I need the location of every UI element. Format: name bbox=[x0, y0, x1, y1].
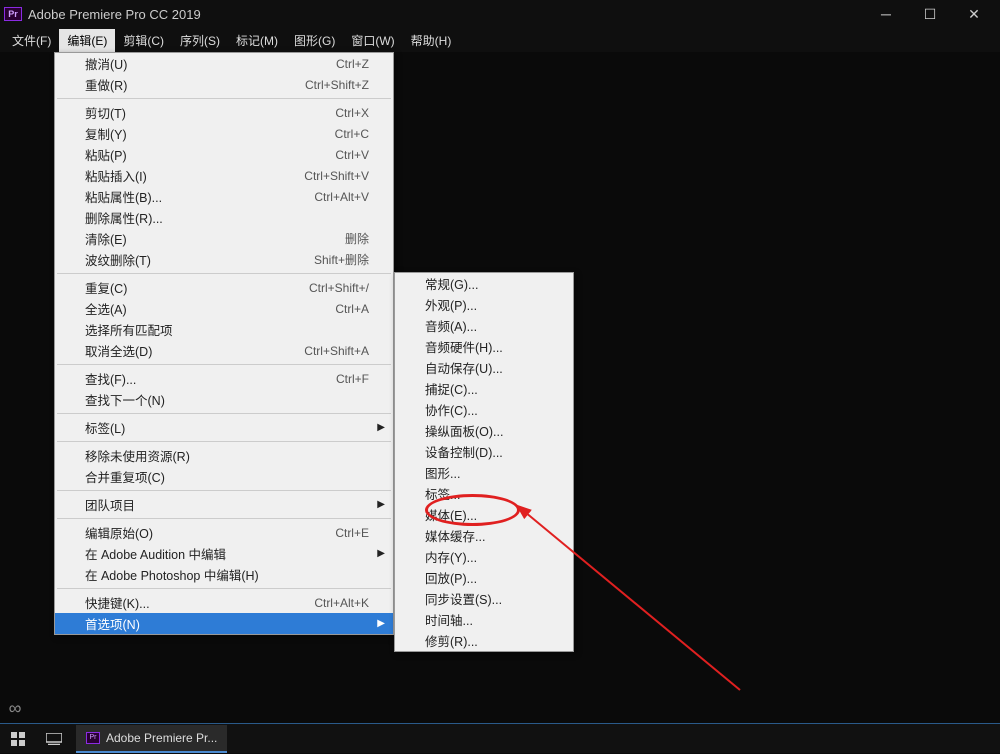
minimize-button[interactable]: ─ bbox=[864, 0, 908, 28]
pref-item[interactable]: 标签... bbox=[395, 483, 573, 504]
app-mini-icon: Pr bbox=[86, 732, 100, 744]
menu-item[interactable]: 撤消(U)Ctrl+Z bbox=[55, 53, 393, 74]
pref-item[interactable]: 同步设置(S)... bbox=[395, 588, 573, 609]
menu-序列s[interactable]: 序列(S) bbox=[172, 29, 228, 52]
menu-item[interactable]: 移除未使用资源(R) bbox=[55, 445, 393, 466]
pref-item[interactable]: 音频硬件(H)... bbox=[395, 336, 573, 357]
menu-item[interactable]: 标签(L)▶ bbox=[55, 417, 393, 438]
menu-item[interactable]: 选择所有匹配项 bbox=[55, 319, 393, 340]
menu-item[interactable]: 团队项目▶ bbox=[55, 494, 393, 515]
window-title: Adobe Premiere Pro CC 2019 bbox=[28, 7, 864, 22]
pref-item[interactable]: 音频(A)... bbox=[395, 315, 573, 336]
menu-separator bbox=[57, 518, 391, 519]
menu-item[interactable]: 合并重复项(C) bbox=[55, 466, 393, 487]
menu-剪辑c[interactable]: 剪辑(C) bbox=[115, 29, 172, 52]
pref-item[interactable]: 媒体(E)... bbox=[395, 504, 573, 525]
pref-item[interactable]: 修剪(R)... bbox=[395, 630, 573, 651]
menu-separator bbox=[57, 98, 391, 99]
title-bar: Pr Adobe Premiere Pro CC 2019 ─ ☐ ✕ bbox=[0, 0, 1000, 28]
menu-item[interactable]: 查找(F)...Ctrl+F bbox=[55, 368, 393, 389]
menu-帮助h[interactable]: 帮助(H) bbox=[403, 29, 460, 52]
menu-item[interactable]: 删除属性(R)... bbox=[55, 207, 393, 228]
menu-separator bbox=[57, 364, 391, 365]
menu-item[interactable]: 在 Adobe Photoshop 中编辑(H) bbox=[55, 564, 393, 585]
taskbar-app-premiere[interactable]: Pr Adobe Premiere Pr... bbox=[76, 725, 227, 753]
pref-item[interactable]: 操纵面板(O)... bbox=[395, 420, 573, 441]
pref-item[interactable]: 内存(Y)... bbox=[395, 546, 573, 567]
menu-item[interactable]: 取消全选(D)Ctrl+Shift+A bbox=[55, 340, 393, 361]
preferences-submenu: 常规(G)...外观(P)...音频(A)...音频硬件(H)...自动保存(U… bbox=[394, 272, 574, 652]
menu-separator bbox=[57, 441, 391, 442]
pref-item[interactable]: 图形... bbox=[395, 462, 573, 483]
submenu-arrow-icon: ▶ bbox=[377, 499, 385, 510]
pref-item[interactable]: 自动保存(U)... bbox=[395, 357, 573, 378]
submenu-arrow-icon: ▶ bbox=[377, 618, 385, 629]
menu-item[interactable]: 粘贴(P)Ctrl+V bbox=[55, 144, 393, 165]
menu-图形g[interactable]: 图形(G) bbox=[286, 29, 343, 52]
menu-item[interactable]: 首选项(N)▶ bbox=[55, 613, 393, 634]
menu-标记m[interactable]: 标记(M) bbox=[228, 29, 286, 52]
menu-separator bbox=[57, 273, 391, 274]
menu-窗口w[interactable]: 窗口(W) bbox=[343, 29, 402, 52]
taskbar: Pr Adobe Premiere Pr... bbox=[0, 723, 1000, 753]
close-button[interactable]: ✕ bbox=[952, 0, 996, 28]
pref-item[interactable]: 媒体缓存... bbox=[395, 525, 573, 546]
menu-item[interactable]: 粘贴属性(B)...Ctrl+Alt+V bbox=[55, 186, 393, 207]
menu-item[interactable]: 复制(Y)Ctrl+C bbox=[55, 123, 393, 144]
menu-item[interactable]: 粘贴插入(I)Ctrl+Shift+V bbox=[55, 165, 393, 186]
window-controls: ─ ☐ ✕ bbox=[864, 0, 996, 28]
menu-separator bbox=[57, 413, 391, 414]
pref-item[interactable]: 外观(P)... bbox=[395, 294, 573, 315]
cc-icon: ∞ bbox=[0, 693, 30, 723]
taskview-button[interactable] bbox=[36, 724, 72, 754]
menu-文件f[interactable]: 文件(F) bbox=[4, 29, 59, 52]
menu-item[interactable]: 在 Adobe Audition 中编辑▶ bbox=[55, 543, 393, 564]
menu-item[interactable]: 波纹删除(T)Shift+删除 bbox=[55, 249, 393, 270]
menu-item[interactable]: 查找下一个(N) bbox=[55, 389, 393, 410]
pref-item[interactable]: 回放(P)... bbox=[395, 567, 573, 588]
menu-item[interactable]: 全选(A)Ctrl+A bbox=[55, 298, 393, 319]
menu-item[interactable]: 剪切(T)Ctrl+X bbox=[55, 102, 393, 123]
pref-item[interactable]: 设备控制(D)... bbox=[395, 441, 573, 462]
menu-item[interactable]: 重做(R)Ctrl+Shift+Z bbox=[55, 74, 393, 95]
menu-separator bbox=[57, 588, 391, 589]
maximize-button[interactable]: ☐ bbox=[908, 0, 952, 28]
menu-编辑e[interactable]: 编辑(E) bbox=[59, 29, 115, 52]
taskbar-app-label: Adobe Premiere Pr... bbox=[106, 731, 217, 745]
pref-item[interactable]: 捕捉(C)... bbox=[395, 378, 573, 399]
start-button[interactable] bbox=[0, 724, 36, 754]
menu-separator bbox=[57, 490, 391, 491]
submenu-arrow-icon: ▶ bbox=[377, 422, 385, 433]
app-icon: Pr bbox=[4, 7, 22, 21]
menu-bar: 文件(F)编辑(E)剪辑(C)序列(S)标记(M)图形(G)窗口(W)帮助(H) bbox=[0, 28, 1000, 52]
pref-item[interactable]: 协作(C)... bbox=[395, 399, 573, 420]
menu-item[interactable]: 编辑原始(O)Ctrl+E bbox=[55, 522, 393, 543]
pref-item[interactable]: 常规(G)... bbox=[395, 273, 573, 294]
edit-menu-dropdown: 撤消(U)Ctrl+Z重做(R)Ctrl+Shift+Z 剪切(T)Ctrl+X复… bbox=[54, 52, 394, 635]
submenu-arrow-icon: ▶ bbox=[377, 548, 385, 559]
menu-item[interactable]: 清除(E)删除 bbox=[55, 228, 393, 249]
menu-item[interactable]: 快捷键(K)...Ctrl+Alt+K bbox=[55, 592, 393, 613]
menu-item[interactable]: 重复(C)Ctrl+Shift+/ bbox=[55, 277, 393, 298]
pref-item[interactable]: 时间轴... bbox=[395, 609, 573, 630]
